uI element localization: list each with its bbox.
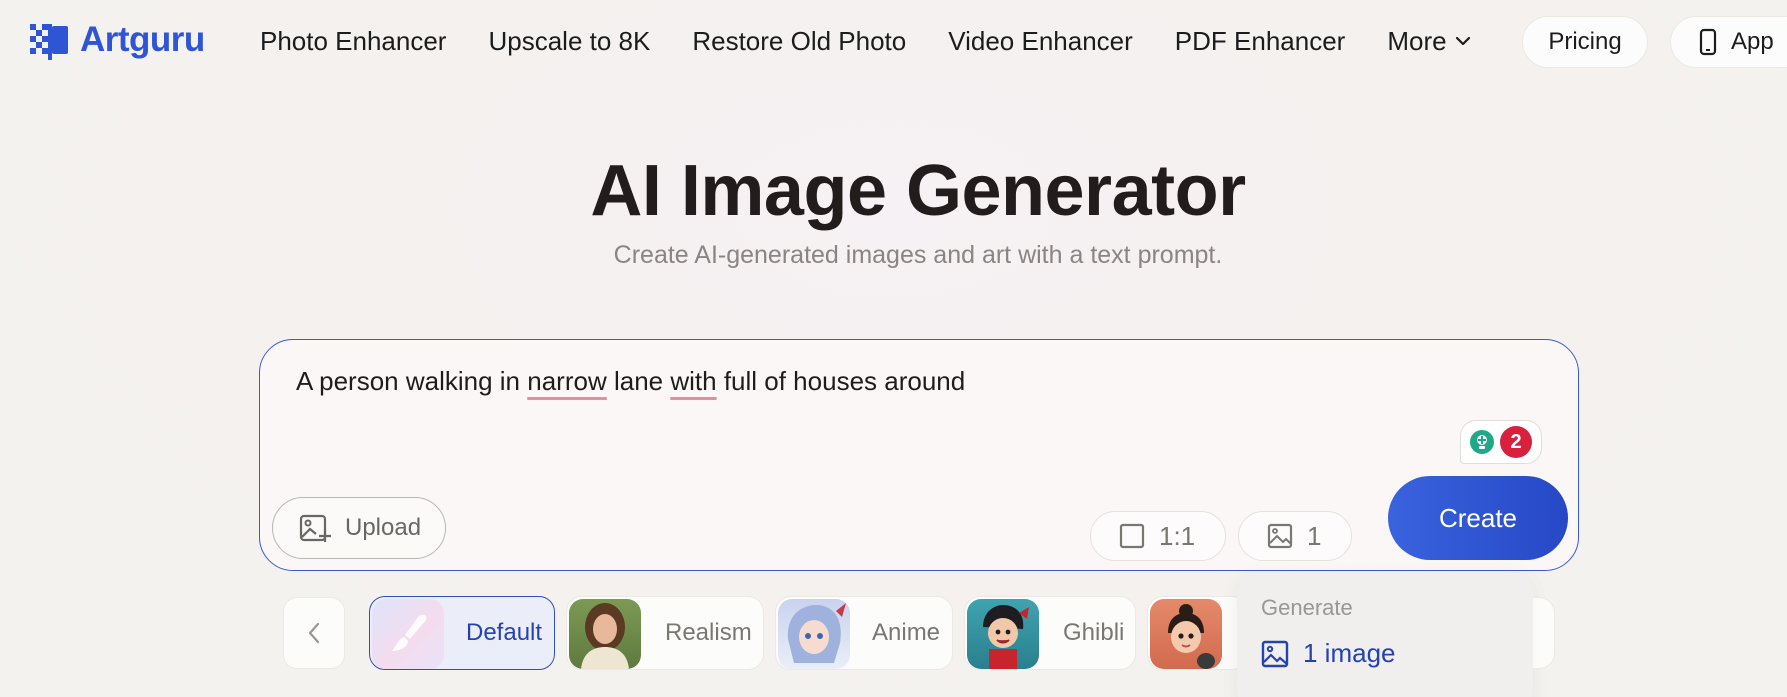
- dropdown-option-label: 1 image: [1303, 638, 1396, 668]
- nav-more-menu[interactable]: More: [1387, 22, 1470, 60]
- spellcheck-word: narrow: [527, 366, 607, 396]
- pricing-button[interactable]: Pricing: [1522, 16, 1648, 68]
- artguru-logo-icon: [30, 20, 72, 60]
- prompt-text-part: A person walking in: [296, 366, 528, 396]
- chevron-left-icon: [308, 622, 320, 644]
- main-nav: Photo Enhancer Upscale to 8K Restore Old…: [260, 22, 1471, 60]
- prompt-text[interactable]: A person walking in narrow lane with ful…: [296, 366, 965, 397]
- image-count-selector[interactable]: 1: [1238, 511, 1352, 561]
- image-icon: [1261, 640, 1289, 667]
- square-ratio-icon: [1119, 523, 1145, 549]
- prompt-text-part: lane: [606, 366, 671, 396]
- realism-style-thumbnail: [569, 599, 641, 669]
- default-style-thumbnail: [372, 599, 444, 669]
- aspect-ratio-value: 1:1: [1159, 520, 1196, 551]
- style-option-default[interactable]: Default: [369, 596, 555, 670]
- style-label: Default: [466, 619, 543, 646]
- image-count-value: 1: [1307, 520, 1322, 551]
- nav-video-enhancer[interactable]: Video Enhancer: [948, 22, 1133, 60]
- style-label: Anime: [872, 619, 941, 646]
- style-option-ghibli[interactable]: Ghibli: [964, 596, 1136, 670]
- style-label: Ghibli: [1063, 619, 1125, 646]
- image-upload-icon: [299, 514, 331, 542]
- spellcheck-word: with: [670, 366, 717, 396]
- aspect-ratio-selector[interactable]: 1:1: [1090, 511, 1226, 561]
- style-prev-button[interactable]: [283, 597, 345, 669]
- page-title: AI Image Generator: [590, 151, 1246, 231]
- brand-logo[interactable]: Artguru: [30, 20, 205, 60]
- prompt-input-area[interactable]: A person walking in narrow lane with ful…: [259, 339, 1579, 571]
- nav-photo-enhancer[interactable]: Photo Enhancer: [260, 22, 446, 60]
- suggestion-count-badge: 2: [1500, 426, 1532, 458]
- create-button[interactable]: Create: [1388, 476, 1568, 560]
- style-row-edge: [1533, 597, 1555, 669]
- top-nav-bar: Artguru Photo Enhancer Upscale to 8K Res…: [0, 0, 1787, 80]
- pricing-label: Pricing: [1548, 28, 1622, 55]
- page-subtitle: Create AI-generated images and art with …: [613, 241, 1223, 269]
- chevron-down-icon: [1455, 36, 1470, 46]
- phone-icon: [1699, 28, 1717, 56]
- style-option-realism[interactable]: Realism: [566, 596, 764, 670]
- anime-style-thumbnail: [778, 599, 850, 669]
- style-label: Realism: [665, 619, 752, 646]
- style-option-anime[interactable]: Anime: [775, 596, 953, 670]
- brand-name: Artguru: [80, 20, 205, 59]
- app-label: App: [1731, 28, 1774, 55]
- paintbrush-icon: [392, 614, 427, 651]
- writing-assistant-badge[interactable]: 2: [1460, 420, 1542, 464]
- dropdown-heading: Generate: [1261, 595, 1353, 620]
- style-option-cartoon[interactable]: [1147, 596, 1247, 670]
- prompt-text-part: full of houses around: [716, 366, 966, 396]
- lightbulb-icon: [1470, 430, 1494, 454]
- upload-label: Upload: [345, 514, 422, 541]
- nav-upscale-8k[interactable]: Upscale to 8K: [488, 22, 650, 60]
- image-icon: [1267, 523, 1293, 549]
- cartoon-style-thumbnail: [1150, 599, 1222, 669]
- nav-more-label: More: [1387, 26, 1447, 56]
- app-button[interactable]: App: [1670, 16, 1787, 68]
- image-count-dropdown: Generate 1 image: [1237, 572, 1533, 697]
- ghibli-style-thumbnail: [967, 599, 1039, 669]
- nav-pdf-enhancer[interactable]: PDF Enhancer: [1175, 22, 1346, 60]
- dropdown-option-1-image[interactable]: 1 image: [1261, 638, 1396, 669]
- upload-button[interactable]: Upload: [272, 497, 446, 559]
- nav-restore-old-photo[interactable]: Restore Old Photo: [692, 22, 906, 60]
